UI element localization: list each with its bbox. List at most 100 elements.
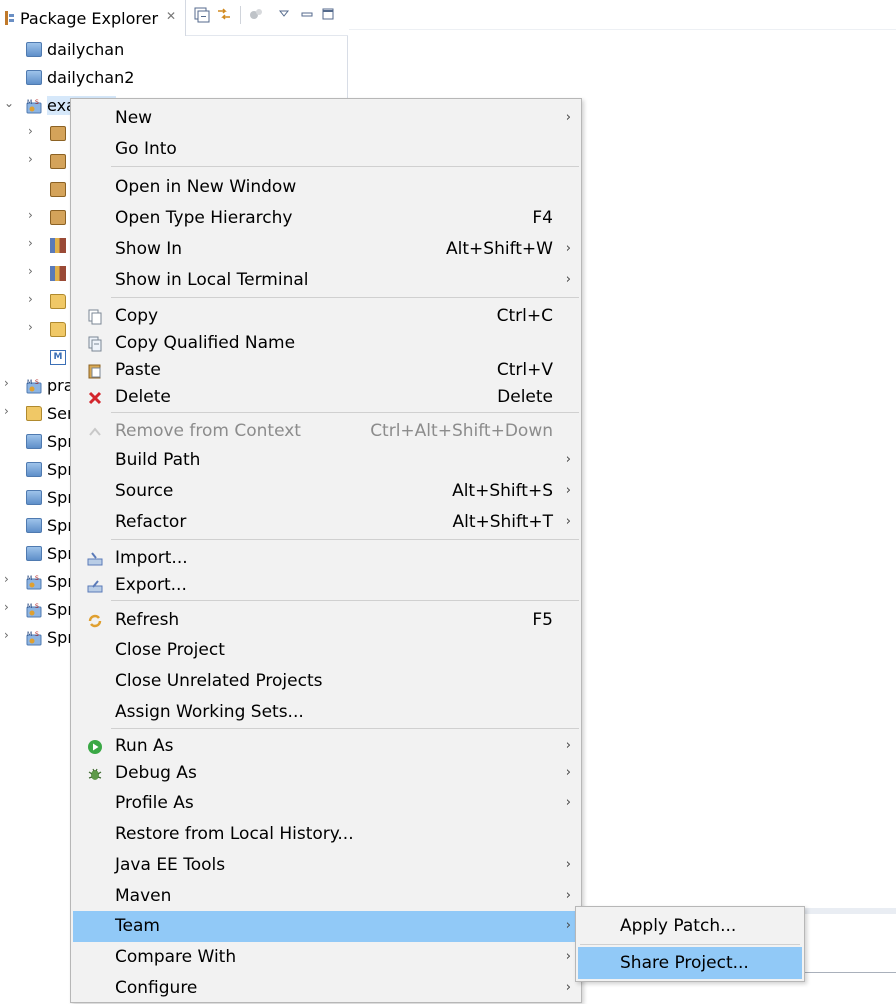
menu-item-label: Go Into: [115, 139, 177, 159]
chevron-right-icon: ›: [565, 738, 571, 753]
menu-item-configure[interactable]: Configure ›: [73, 973, 579, 1004]
menu-item-shortcut: Ctrl+V: [496, 360, 553, 380]
menu-item-shortcut: F4: [532, 208, 553, 228]
maximize-icon[interactable]: [320, 5, 340, 25]
svg-text:M: M: [27, 603, 32, 610]
delete-icon: [87, 390, 103, 406]
menu-item-label: Open in New Window: [115, 177, 297, 197]
menu-item-close-project[interactable]: Close Project: [73, 635, 579, 666]
menu-item-apply-patch[interactable]: Apply Patch...: [578, 910, 802, 942]
project-folder-icon: [26, 42, 42, 57]
minimize-icon[interactable]: [299, 5, 319, 25]
chevron-icon[interactable]: ›: [28, 152, 40, 166]
menu-item-label: Configure: [115, 978, 198, 998]
menu-item-refresh[interactable]: Refresh F5: [73, 606, 579, 635]
menu-item-build-path[interactable]: Build Path ›: [73, 445, 579, 476]
menu-item-label: Source: [115, 481, 174, 501]
menu-item-copy[interactable]: Copy Ctrl+C: [73, 303, 579, 330]
project-folder-icon: [26, 70, 42, 85]
link-with-editor-icon[interactable]: [215, 5, 235, 25]
menu-item-shortcut: Alt+Shift+W: [446, 239, 553, 259]
import-icon: [87, 551, 103, 567]
team-submenu: Apply Patch... Share Project...: [575, 906, 805, 982]
library-icon: [50, 266, 66, 281]
tree-item-project-dailychan2[interactable]: dailychan2: [0, 64, 348, 92]
copy-qualified-name-icon: [87, 336, 103, 352]
tree-item-label: dailychan2: [47, 68, 135, 87]
menu-item-java-ee-tools[interactable]: Java EE Tools ›: [73, 850, 579, 881]
maven-project-icon: MS: [26, 378, 42, 394]
menu-item-maven[interactable]: Maven ›: [73, 881, 579, 912]
chevron-icon[interactable]: ›: [4, 600, 16, 614]
menu-item-profile-as[interactable]: Profile As ›: [73, 788, 579, 819]
menu-item-open-type-hierarchy[interactable]: Open Type Hierarchy F4: [73, 203, 579, 234]
chevron-icon[interactable]: ›: [28, 320, 40, 334]
chevron-icon[interactable]: ›: [28, 264, 40, 278]
svg-text:M: M: [27, 99, 32, 106]
menu-item-export[interactable]: Export...: [73, 572, 579, 599]
chevron-icon[interactable]: ›: [28, 292, 40, 306]
menu-item-shortcut: F5: [532, 610, 553, 630]
library-icon: [50, 238, 66, 253]
menu-item-debug-as[interactable]: Debug As ›: [73, 760, 579, 787]
svg-text:M: M: [27, 575, 32, 582]
svg-text:M: M: [27, 379, 32, 386]
menu-item-paste[interactable]: Paste Ctrl+V: [73, 357, 579, 384]
focus-on-active-task-icon[interactable]: [247, 5, 267, 25]
menu-item-show-in-local-terminal[interactable]: Show in Local Terminal ›: [73, 265, 579, 296]
chevron-right-icon: ›: [565, 241, 571, 256]
close-icon[interactable]: ✕: [166, 9, 176, 23]
menu-item-share-project[interactable]: Share Project...: [578, 947, 802, 979]
menu-item-close-unrelated-projects[interactable]: Close Unrelated Projects: [73, 666, 579, 697]
menu-item-copy-qualified-name[interactable]: Copy Qualified Name: [73, 330, 579, 357]
export-icon: [87, 578, 103, 594]
folder-icon: [26, 406, 42, 421]
menu-item-run-as[interactable]: Run As ›: [73, 733, 579, 760]
menu-item-label: Team: [115, 916, 160, 936]
menu-item-import[interactable]: Import...: [73, 545, 579, 572]
chevron-right-icon: ›: [565, 452, 571, 467]
menu-item-delete[interactable]: Delete Delete: [73, 384, 579, 411]
tree-item-project-dailychan[interactable]: dailychan: [0, 36, 348, 64]
view-tab-bar: Package Explorer ✕: [0, 0, 348, 36]
menu-item-restore-from-local-history[interactable]: Restore from Local History...: [73, 819, 579, 850]
menu-item-source[interactable]: Source Alt+Shift+S ›: [73, 476, 579, 507]
copy-icon: [87, 309, 103, 325]
svg-text:S: S: [35, 379, 39, 386]
menu-item-go-into[interactable]: Go Into: [73, 134, 579, 165]
svg-text:S: S: [35, 603, 39, 610]
chevron-icon[interactable]: ›: [4, 376, 16, 390]
svg-text:S: S: [35, 575, 39, 582]
chevron-icon[interactable]: ›: [4, 572, 16, 586]
menu-item-new[interactable]: New ›: [73, 103, 579, 134]
maven-project-icon: MS: [26, 98, 42, 114]
chevron-icon[interactable]: ›: [28, 208, 40, 222]
menu-item-shortcut: Ctrl+C: [496, 306, 553, 326]
chevron-icon[interactable]: ›: [28, 124, 40, 138]
view-menu-icon[interactable]: [277, 5, 297, 25]
chevron-icon[interactable]: ›: [4, 628, 16, 642]
package-icon: [50, 126, 66, 141]
menu-item-label: Show in Local Terminal: [115, 270, 309, 290]
menu-item-compare-with[interactable]: Compare With ›: [73, 942, 579, 973]
menu-item-show-in[interactable]: Show In Alt+Shift+W ›: [73, 234, 579, 265]
svg-text:S: S: [35, 631, 39, 638]
chevron-icon[interactable]: ⌄: [4, 96, 16, 110]
context-menu: New › Go Into Open in New Window Open Type H…: [70, 98, 582, 1003]
menu-item-label: Maven: [115, 886, 172, 906]
package-explorer-tab[interactable]: Package Explorer ✕: [0, 0, 186, 36]
menu-item-refactor[interactable]: Refactor Alt+Shift+T ›: [73, 507, 579, 538]
menu-item-label: Copy: [115, 306, 159, 326]
menu-item-label: Export...: [115, 575, 187, 595]
menu-item-assign-working-sets[interactable]: Assign Working Sets...: [73, 697, 579, 728]
package-icon: [50, 210, 66, 225]
chevron-icon[interactable]: ›: [28, 236, 40, 250]
maven-project-icon: MS: [26, 574, 42, 590]
chevron-icon[interactable]: ›: [4, 404, 16, 418]
menu-item-open-in-new-window[interactable]: Open in New Window: [73, 172, 579, 203]
menu-item-shortcut: Alt+Shift+T: [452, 512, 553, 532]
toolbar-separator: [240, 6, 241, 24]
menu-item-team[interactable]: Team ›: [73, 911, 579, 942]
collapse-all-icon[interactable]: [193, 5, 213, 25]
debug-icon: [87, 766, 103, 782]
